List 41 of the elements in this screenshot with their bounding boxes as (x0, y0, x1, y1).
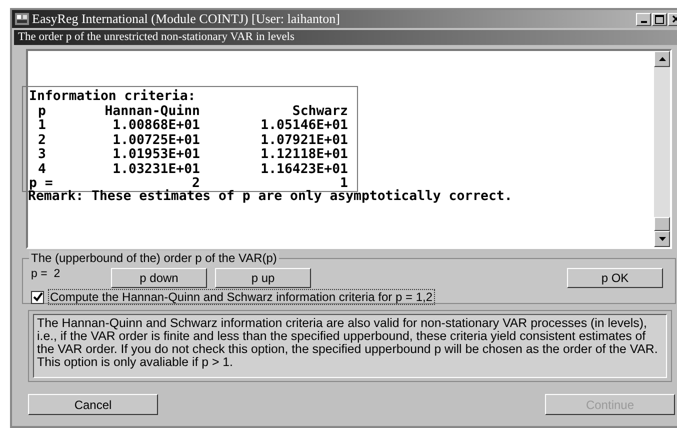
table-cell-text: 1.00725E+01 (112, 134, 200, 148)
table-cell-text: 2 (37, 134, 47, 148)
table-cell-text: 1.16423E+01 (260, 162, 348, 177)
scroll-up-button[interactable] (654, 51, 670, 67)
column-header: Schwarz (291, 104, 348, 119)
dialog-caption: The order p of the unrestricted non-stationary VAR in levels (14, 30, 677, 45)
app-icon (14, 12, 30, 26)
table-cell-text: 1.00868E+01 (112, 119, 200, 134)
step-button[interactable]: p down (111, 268, 207, 288)
p-value-label: p = 2 (31, 268, 62, 280)
scroll-down-button[interactable] (654, 231, 670, 247)
table-cell-text: 2 (192, 177, 200, 191)
column-header: Hannan-Quinn (104, 104, 200, 119)
table-cell-text: 1.01953E+01 (112, 148, 200, 162)
checkbox-label[interactable]: Compute the Hannan-Quinn and Schwarz information criteria for p = 1,2 (48, 289, 435, 305)
group-title: The (upperbound of the) order p of the VAR(p) (29, 251, 279, 265)
window-title: EasyReg International (Module COINTJ) [User: laihanton] (32, 11, 340, 27)
table-cell-text: 1 (340, 177, 348, 191)
table-cell-text: p = (29, 177, 53, 191)
cancel-button[interactable]: Cancel (28, 394, 158, 415)
table-heading: Information criteria: (29, 90, 197, 104)
checkbox[interactable] (31, 290, 44, 304)
table-cell-text: 3 (37, 148, 47, 162)
table-cell-text: 1.07921E+01 (260, 134, 348, 148)
scrollbar[interactable] (654, 51, 670, 247)
table-cell-text: 1 (37, 119, 47, 134)
table-cell-text: 1.12118E+01 (260, 148, 348, 162)
description-text: The Hannan-Quinn and Schwarz information criteria are also valid for non-stationary VAR processes (in levels), i.e., if the VAR order is finite and less than the specified upperbound, these criteria yield consistent estimates of the VAR order. If you do not check this option, the specified upperbound p will be chosen as the order of the VAR. This option is only avaliable if p > 1. (33, 314, 667, 378)
remark-text: Remark: These estimates of p are only asymptotically correct. (28, 190, 514, 204)
table-cell-text: 4 (37, 162, 47, 177)
maximize-icon (655, 14, 664, 24)
minimize-button[interactable] (636, 12, 651, 26)
maximize-button[interactable] (652, 12, 667, 26)
down-arrow-icon (658, 237, 666, 241)
table-cell-text: 1.03231E+01 (112, 162, 200, 177)
step-button[interactable]: p up (215, 268, 311, 288)
up-arrow-icon (658, 57, 666, 61)
ok-button[interactable]: p OK (567, 268, 663, 288)
column-header: p (37, 104, 47, 119)
table-cell-text: 1.05146E+01 (260, 119, 348, 134)
scroll-thumb[interactable] (654, 217, 670, 231)
